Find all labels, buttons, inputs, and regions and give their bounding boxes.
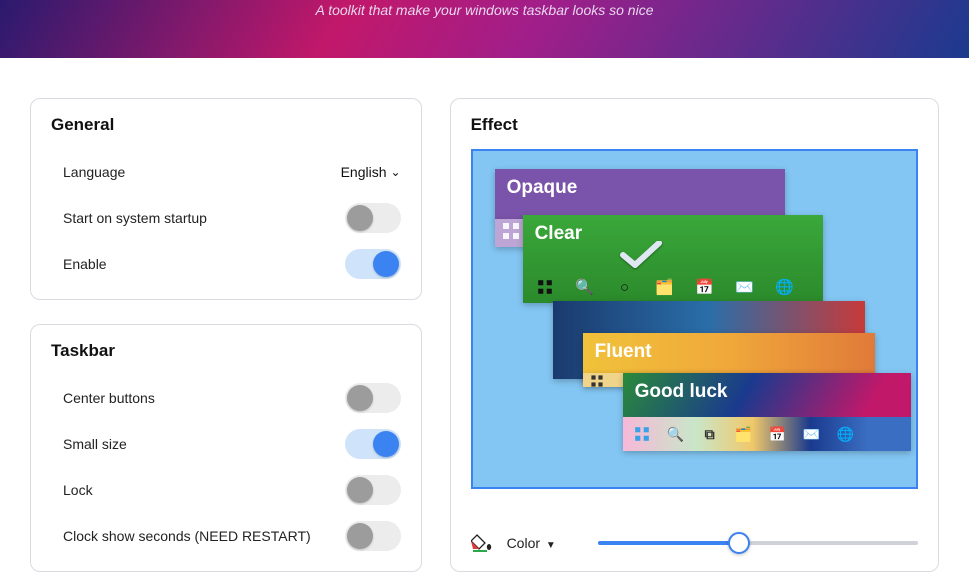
small-toggle[interactable] [345, 429, 401, 459]
center-label: Center buttons [63, 390, 155, 406]
effect-option-clear[interactable]: Clear 🔍 ○ 🗂️ 📅 ✉️ 🌐 [523, 215, 823, 303]
edge-icon: 🌐 [775, 277, 795, 297]
effect-option-goodluck[interactable]: Good luck 🔍 ⧉ 🗂️ 📅 ✉️ 🌐 [623, 373, 911, 451]
row-clock: Clock show seconds (NEED RESTART) [51, 513, 401, 559]
taskbar-card: Taskbar Center buttons Small size Lock C… [30, 324, 422, 572]
color-slider[interactable] [598, 533, 918, 553]
dropdown-arrow-icon[interactable]: ▼ [546, 540, 556, 551]
row-startup: Start on system startup [51, 195, 401, 241]
edge-icon: 🌐 [835, 423, 857, 445]
header-banner: A toolkit that make your windows taskbar… [0, 0, 969, 58]
clear-taskbar-icons: 🔍 ○ 🗂️ 📅 ✉️ 🌐 [535, 277, 795, 297]
checkmark-icon [619, 241, 663, 269]
general-title: General [51, 115, 401, 135]
row-enable: Enable [51, 241, 401, 287]
windows-icon [631, 423, 653, 445]
general-card: General Language English ⌄ Start on syst… [30, 98, 422, 300]
row-center: Center buttons [51, 375, 401, 421]
row-lock: Lock [51, 467, 401, 513]
windows-icon [535, 277, 555, 297]
taskview-icon: ⧉ [699, 423, 721, 445]
goodluck-taskbar: 🔍 ⧉ 🗂️ 📅 ✉️ 🌐 [623, 417, 911, 451]
color-row: Color ▼ [471, 533, 918, 553]
center-toggle[interactable] [345, 383, 401, 413]
enable-label: Enable [63, 256, 107, 272]
slider-thumb[interactable] [728, 532, 750, 554]
color-label: Color ▼ [507, 535, 556, 551]
small-label: Small size [63, 436, 127, 452]
explorer-icon: 🗂️ [733, 423, 755, 445]
language-select[interactable]: English ⌄ [341, 164, 401, 180]
mail-icon: ✉️ [801, 423, 823, 445]
right-column: Effect Opaque Clear 🔍 ○ 🗂️ 📅 [450, 98, 939, 572]
lock-label: Lock [63, 482, 93, 498]
calendar-icon: 📅 [767, 423, 789, 445]
taskbar-title: Taskbar [51, 341, 401, 361]
paint-bucket-icon[interactable] [471, 533, 493, 553]
lock-toggle[interactable] [345, 475, 401, 505]
search-icon: 🔍 [575, 277, 595, 297]
effect-preview: Opaque Clear 🔍 ○ 🗂️ 📅 ✉️ 🌐 [471, 149, 918, 489]
header-subtitle: A toolkit that make your windows taskbar… [316, 2, 654, 18]
main-content: General Language English ⌄ Start on syst… [0, 58, 969, 572]
row-language: Language English ⌄ [51, 149, 401, 195]
startup-label: Start on system startup [63, 210, 207, 226]
windows-icon [503, 223, 519, 239]
windows-icon [591, 375, 602, 386]
effect-card: Effect Opaque Clear 🔍 ○ 🗂️ 📅 [450, 98, 939, 572]
calendar-icon: 📅 [695, 277, 715, 297]
clock-toggle[interactable] [345, 521, 401, 551]
clock-label: Clock show seconds (NEED RESTART) [63, 528, 311, 544]
effect-title: Effect [471, 115, 918, 135]
search-icon: 🔍 [665, 423, 687, 445]
chevron-down-icon: ⌄ [391, 165, 401, 179]
language-label: Language [63, 164, 125, 180]
effect-option-opaque[interactable]: Opaque [495, 169, 785, 221]
startup-toggle[interactable] [345, 203, 401, 233]
language-value: English [341, 164, 387, 180]
cortana-icon: ○ [615, 277, 635, 297]
row-small: Small size [51, 421, 401, 467]
enable-toggle[interactable] [345, 249, 401, 279]
explorer-icon: 🗂️ [655, 277, 675, 297]
left-column: General Language English ⌄ Start on syst… [30, 98, 422, 572]
mail-icon: ✉️ [735, 277, 755, 297]
